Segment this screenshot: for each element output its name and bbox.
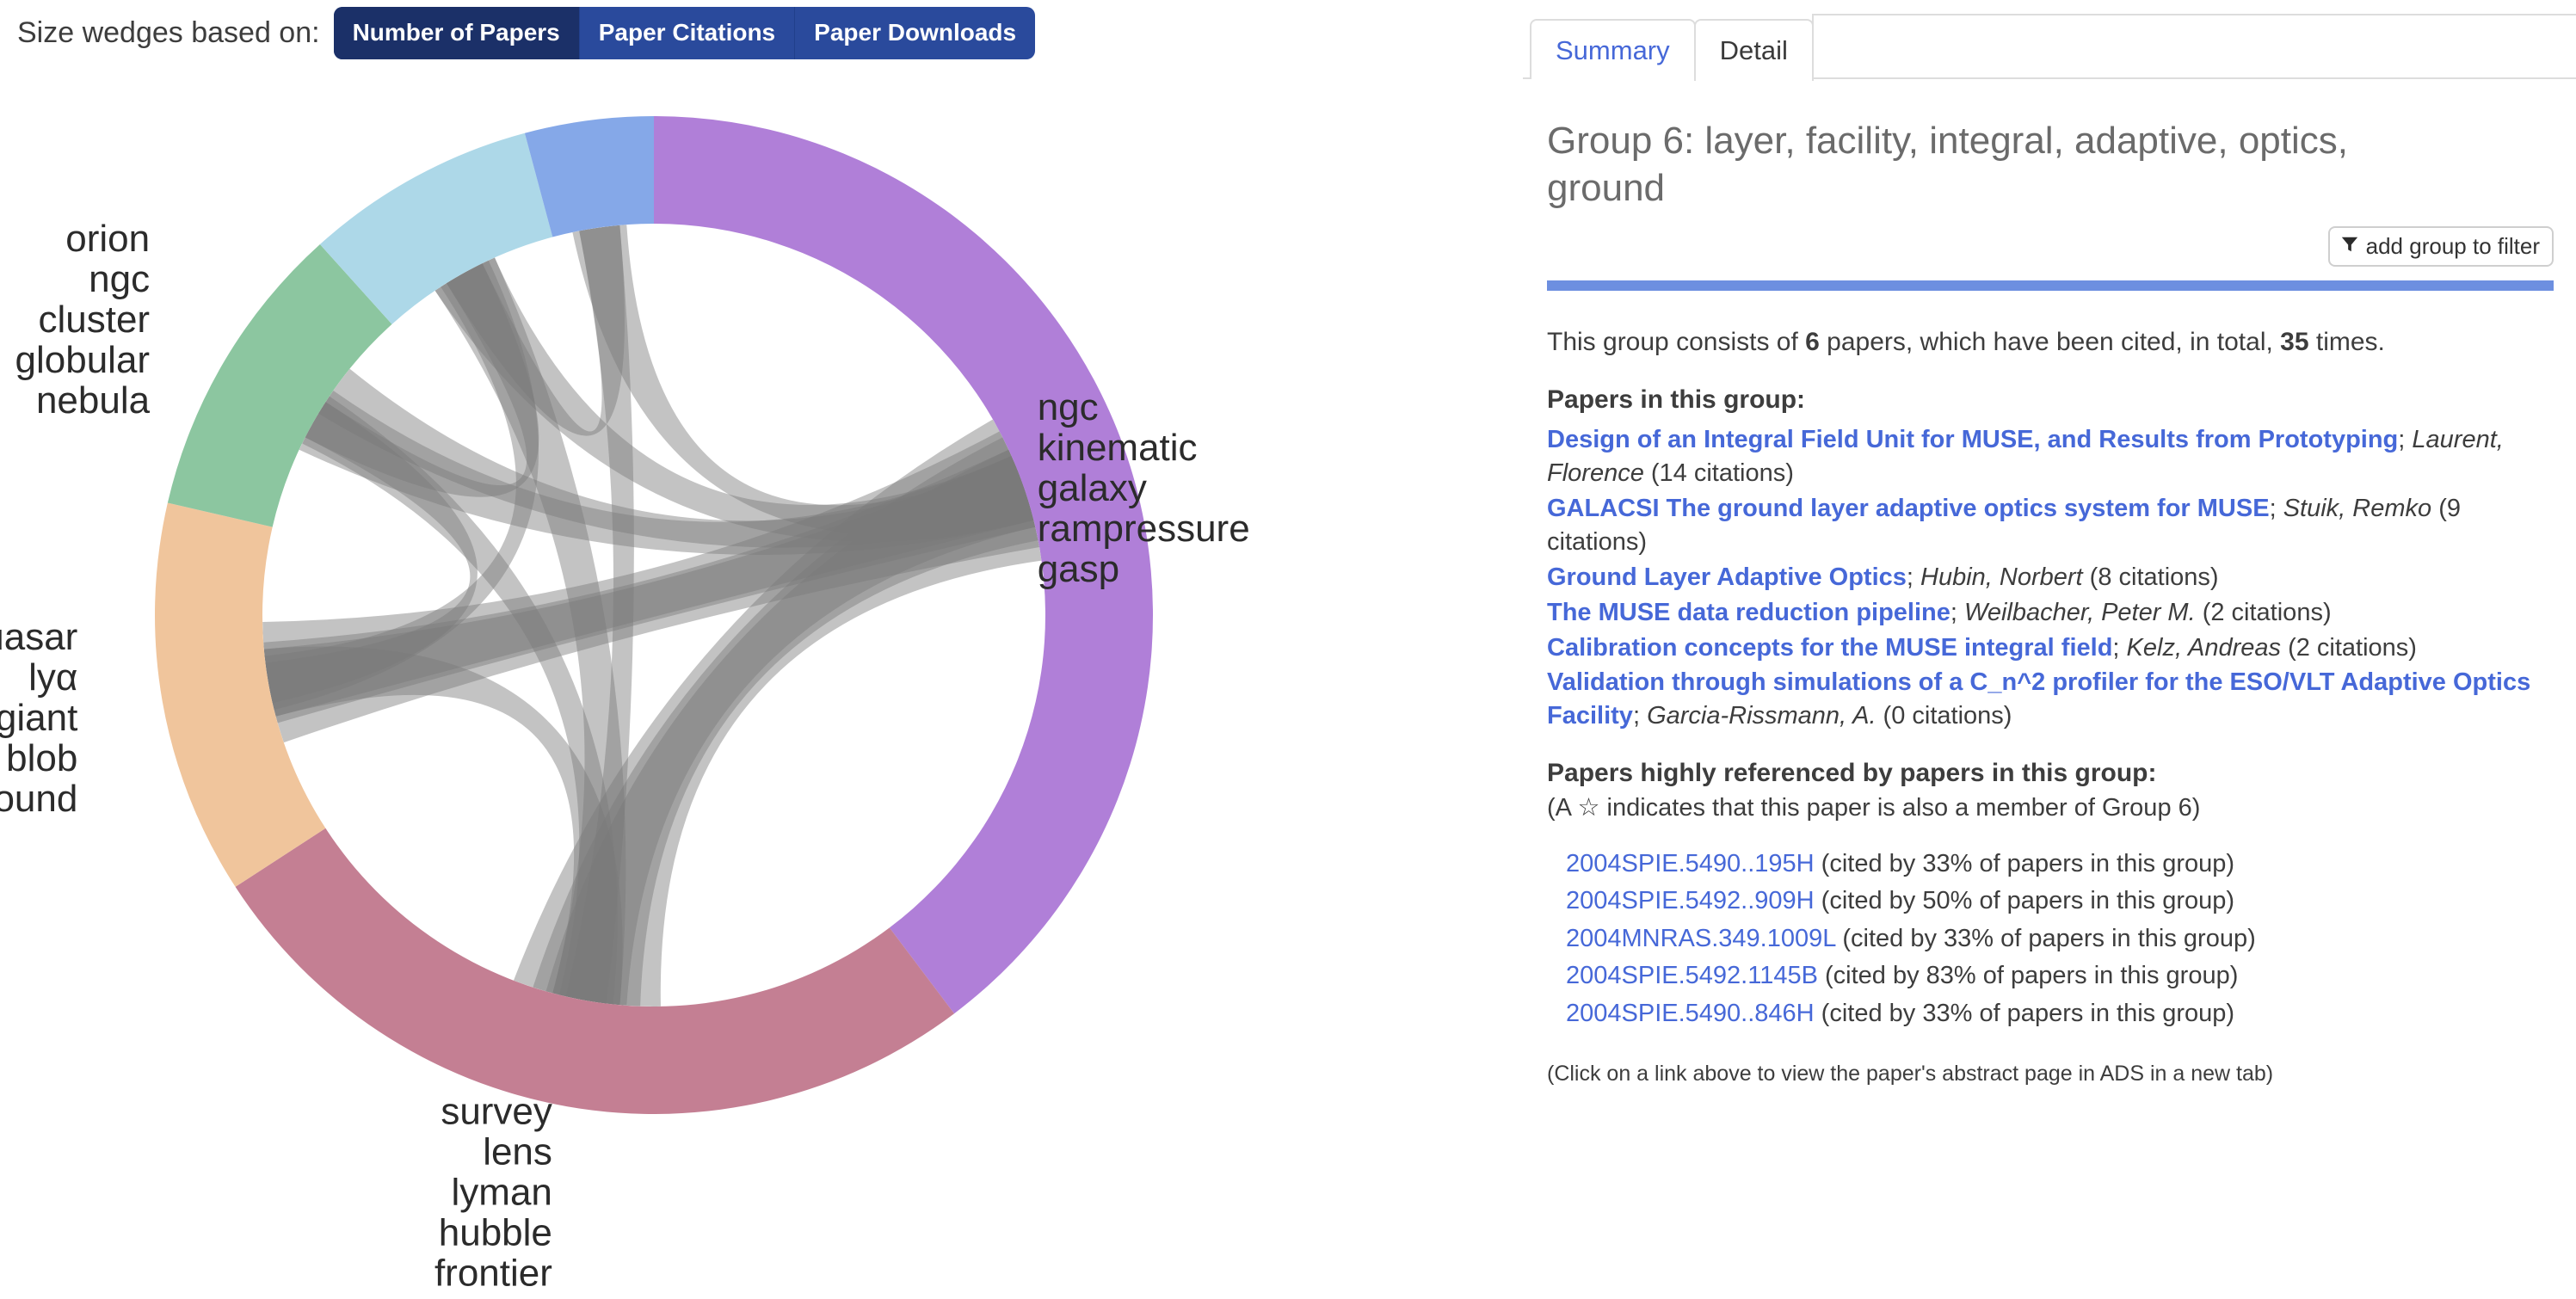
wedge-label-giant: giant xyxy=(0,697,77,739)
paper-separator: ; xyxy=(1950,599,1964,626)
referenced-paper-link[interactable]: 2004MNRAS.349.1009L xyxy=(1566,925,1835,952)
referenced-paper-link[interactable]: 2004SPIE.5492..909H xyxy=(1566,887,1815,914)
tab-summary[interactable]: Summary xyxy=(1530,19,1696,79)
wedge-size-option-number-of-papers[interactable]: Number of Papers xyxy=(334,7,580,59)
wedge-label-quasar: quasar xyxy=(0,616,77,658)
referenced-paper-item: 2004SPIE.5492.1145B (cited by 83% of pap… xyxy=(1566,957,2554,995)
summary-middle: papers, which have been cited, in total, xyxy=(1820,328,2280,356)
add-group-to-filter-button[interactable]: add group to filter xyxy=(2328,226,2554,267)
paper-citation-count: (2 citations) xyxy=(2196,599,2332,626)
referenced-paper-link[interactable]: 2004SPIE.5490..195H xyxy=(1566,850,1815,877)
referenced-paper-detail: (cited by 83% of papers in this group) xyxy=(1818,962,2238,989)
papers-in-group-list: Design of an Integral Field Unit for MUS… xyxy=(1547,423,2554,733)
summary-suffix: times. xyxy=(2309,328,2385,356)
paper-title-link[interactable]: The MUSE data reduction pipeline xyxy=(1547,599,1950,626)
referenced-papers-note: (A ☆ indicates that this paper is also a… xyxy=(1547,791,2554,825)
wedge-size-option-paper-downloads[interactable]: Paper Downloads xyxy=(795,7,1035,59)
referenced-paper-link[interactable]: 2004SPIE.5490..846H xyxy=(1566,1000,1815,1027)
group-summary-line: This group consists of 6 papers, which h… xyxy=(1547,325,2554,360)
referenced-paper-detail: (cited by 33% of papers in this group) xyxy=(1835,925,2255,952)
paper-author: Stuik, Remko xyxy=(2283,495,2431,522)
group-title: Group 6: layer, facility, integral, adap… xyxy=(1547,117,2459,212)
wedge-label-galaxy: galaxy xyxy=(1038,467,1147,509)
wedge-label-orion: orion xyxy=(65,218,150,260)
paper-item: Ground Layer Adaptive Optics; Hubin, Nor… xyxy=(1547,561,2554,594)
wedge-label-ngc: ngc xyxy=(1038,386,1099,428)
wedge-label-lens: lens xyxy=(483,1131,552,1173)
summary-prefix: This group consists of xyxy=(1547,328,1805,356)
papers-in-group-heading: Papers in this group: xyxy=(1547,385,2554,415)
wedge-label-gasp: gasp xyxy=(1038,548,1119,590)
add-group-to-filter-label: add group to filter xyxy=(2366,235,2540,257)
tab-detail[interactable]: Detail xyxy=(1694,19,1814,81)
paper-separator: ; xyxy=(1633,702,1647,730)
referenced-paper-detail: (cited by 33% of papers in this group) xyxy=(1815,1000,2234,1027)
paper-item: Design of an Integral Field Unit for MUS… xyxy=(1547,423,2554,490)
referenced-paper-detail: (cited by 33% of papers in this group) xyxy=(1815,850,2234,877)
paper-item: The MUSE data reduction pipeline; Weilba… xyxy=(1547,596,2554,630)
paper-citation-count: (2 citations) xyxy=(2281,634,2417,662)
wedge-label-around: around xyxy=(0,778,77,820)
paper-citation-count: (8 citations) xyxy=(2083,563,2219,591)
panel-tabbar: Summary Detail xyxy=(1523,0,2576,79)
wedge-size-button-group[interactable]: Number of Papers Paper Citations Paper D… xyxy=(334,7,1036,59)
wedge-label-ngc: ngc xyxy=(89,258,150,300)
detail-panel: Summary Detail Group 6: layer, facility,… xyxy=(1523,0,2576,1299)
paper-author: Weilbacher, Peter M. xyxy=(1964,599,2196,626)
wedge-label-blob: blob xyxy=(6,737,77,779)
paper-title-link[interactable]: Design of an Integral Field Unit for MUS… xyxy=(1547,426,2398,453)
paper-item: Calibration concepts for the MUSE integr… xyxy=(1547,631,2554,665)
summary-citation-count: 35 xyxy=(2280,328,2308,356)
wedge-label-nebula: nebula xyxy=(36,379,151,422)
paper-title-link[interactable]: Ground Layer Adaptive Optics xyxy=(1547,563,1907,591)
referenced-paper-item: 2004SPIE.5490..846H (cited by 33% of pap… xyxy=(1566,995,2554,1033)
chord-diagram[interactable]: ngckinematicgalaxyrampressuregaspsurveyl… xyxy=(0,69,1497,1299)
wedge-label-globular: globular xyxy=(15,339,151,381)
paper-author: Garcia-Rissmann, A. xyxy=(1647,702,1876,730)
paper-citation-count: (14 citations) xyxy=(1644,459,1794,487)
paper-author: Hubin, Norbert xyxy=(1920,563,2083,591)
funnel-icon xyxy=(2340,235,2359,257)
tabbar-filler xyxy=(1812,14,2576,79)
referenced-paper-item: 2004SPIE.5490..195H (cited by 33% of pap… xyxy=(1566,846,2554,883)
paper-item: Validation through simulations of a C_n^… xyxy=(1547,666,2554,733)
referenced-papers-heading: Papers highly referenced by papers in th… xyxy=(1547,759,2554,788)
wedge-label-cluster: cluster xyxy=(38,299,150,341)
wedge-label-frontier: frontier xyxy=(434,1253,552,1295)
wedge-label-ly: lyα xyxy=(28,656,77,699)
referenced-papers-list: 2004SPIE.5490..195H (cited by 33% of pap… xyxy=(1547,846,2554,1033)
wedge-label-lyman: lyman xyxy=(452,1172,552,1214)
paper-title-link[interactable]: Calibration concepts for the MUSE integr… xyxy=(1547,634,2112,662)
wedge-size-label: Size wedges based on: xyxy=(17,16,320,50)
chord-ribbons xyxy=(262,225,1042,1007)
filter-row: add group to filter xyxy=(1547,226,2554,267)
wedge-size-option-paper-citations[interactable]: Paper Citations xyxy=(580,7,795,59)
wedge-size-toolbar: Size wedges based on: Number of Papers P… xyxy=(0,0,1035,65)
click-hint-note: (Click on a link above to view the paper… xyxy=(1547,1062,2554,1087)
referenced-paper-item: 2004SPIE.5492..909H (cited by 50% of pap… xyxy=(1566,883,2554,920)
paper-separator: ; xyxy=(2112,634,2126,662)
summary-paper-count: 6 xyxy=(1805,328,1820,356)
paper-title-link[interactable]: GALACSI The ground layer adaptive optics… xyxy=(1547,495,2270,522)
wedge-label-survey: survey xyxy=(441,1091,552,1133)
paper-separator: ; xyxy=(2270,495,2283,522)
referenced-paper-detail: (cited by 50% of papers in this group) xyxy=(1815,887,2234,914)
paper-author: Kelz, Andreas xyxy=(2127,634,2281,662)
app-root: Size wedges based on: Number of Papers P… xyxy=(0,0,2576,1299)
wedge-label-kinematic: kinematic xyxy=(1038,427,1198,469)
paper-separator: ; xyxy=(1907,563,1920,591)
wedge-label-hubble: hubble xyxy=(439,1212,552,1254)
paper-citation-count: (0 citations) xyxy=(1877,702,2012,730)
referenced-paper-item: 2004MNRAS.349.1009L (cited by 33% of pap… xyxy=(1566,920,2554,958)
referenced-paper-link[interactable]: 2004SPIE.5492.1145B xyxy=(1566,962,1818,989)
paper-item: GALACSI The ground layer adaptive optics… xyxy=(1547,492,2554,559)
detail-panel-body: Group 6: layer, facility, integral, adap… xyxy=(1523,117,2576,1087)
blue-divider xyxy=(1547,280,2554,291)
paper-separator: ; xyxy=(2398,426,2412,453)
chord-diagram-svg[interactable]: ngckinematicgalaxyrampressuregaspsurveyl… xyxy=(0,69,1497,1299)
wedge-label-rampressure: rampressure xyxy=(1038,508,1250,550)
